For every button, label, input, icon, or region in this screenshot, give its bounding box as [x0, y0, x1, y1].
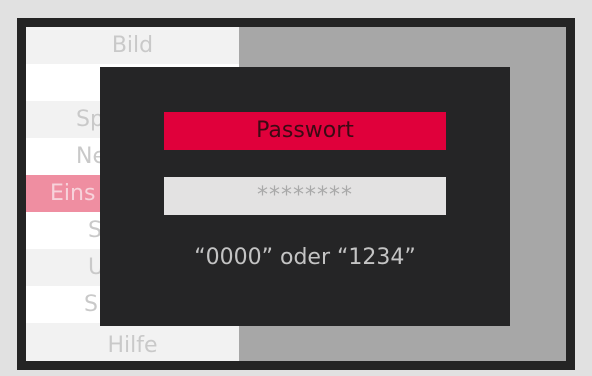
menu-item-bild[interactable]: Bild	[26, 27, 239, 64]
menu-item-label: S	[84, 292, 98, 317]
menu-item-hilfe[interactable]: Hilfe	[26, 327, 239, 361]
tv-frame: Bild Sp Ne Eins S U S Hilfe Passwort ***…	[17, 18, 575, 370]
dialog-title: Passwort	[164, 112, 446, 150]
tv-screen: Bild Sp Ne Eins S U S Hilfe Passwort ***…	[0, 0, 592, 376]
password-input[interactable]: ********	[164, 177, 446, 215]
password-hint: “0000” oder “1234”	[194, 245, 416, 270]
menu-item-label: Hilfe	[107, 333, 158, 358]
password-dialog: Passwort ******** “0000” oder “1234”	[100, 67, 510, 326]
menu-item-label: Eins	[50, 181, 96, 206]
menu-item-label: Bild	[111, 33, 154, 58]
